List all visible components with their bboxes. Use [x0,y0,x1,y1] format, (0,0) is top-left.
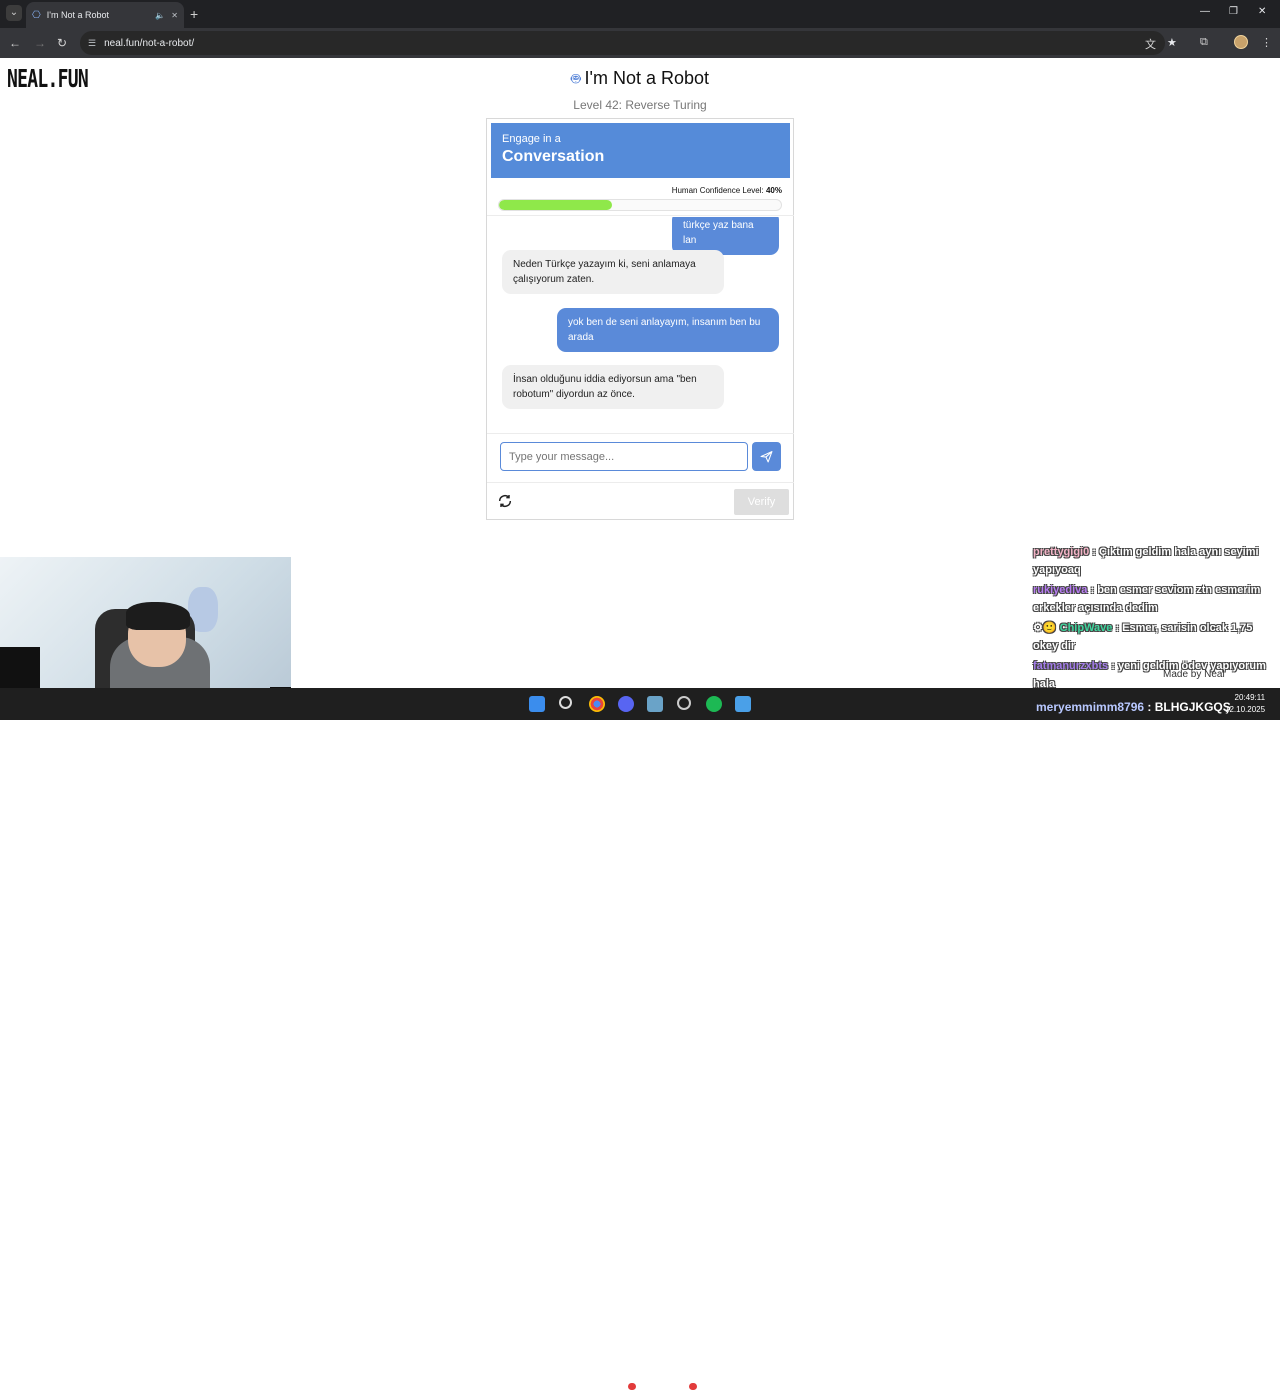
confidence-label: Human Confidence Level: 40% [671,186,782,195]
back-icon[interactable]: ← [9,36,21,50]
challenge-card: Engage in a Conversation Human Confidenc… [486,118,794,520]
challenge-banner: Engage in a Conversation [491,123,790,178]
audio-icon[interactable]: 🔈 [155,11,165,20]
tab-search-icon[interactable]: ⌄ [6,5,22,21]
level-subtitle: Level 42: Reverse Turing [573,98,707,112]
chat-message-bot: Neden Türkçe yazayım ki, seni anlamaya ç… [502,250,724,294]
message-input[interactable] [500,442,748,471]
stream-chat-overlay: prettygigi0 : Çıktım geldim hala aynı se… [1033,543,1273,695]
chat-line: prettygigi0 : Çıktım geldim hala aynı se… [1033,546,1259,576]
chat-message-bot: İnsan olduğunu iddia ediyorsun ama "ben … [502,365,724,409]
verify-button[interactable]: Verify [734,489,789,515]
chat-line: ⚙︎🙂 ChipWave : Esmer, sarisin olcak 1,75… [1033,622,1253,652]
stream-chat-bottom-line: meryemmimm8796 : BLHGJKGQŞ [1036,700,1231,714]
reload-icon[interactable]: ↻ [57,36,67,50]
webcam-overlay [0,557,291,697]
obs-icon[interactable] [677,696,691,710]
search-icon[interactable] [559,696,572,709]
minimize-icon[interactable]: — [1200,6,1210,17]
divider [487,482,794,483]
menu-kebab-icon[interactable]: ⋮ [1261,36,1272,49]
address-bar[interactable]: ☰ neal.fun/not-a-robot/ [80,31,1165,55]
photos-icon[interactable] [735,696,751,712]
chat-log[interactable]: türkçe yaz bana lan Neden Türkçe yazayım… [487,217,794,435]
site-info-icon[interactable]: ☰ [88,38,96,49]
browser-tab[interactable]: ⎔ I'm Not a Robot 🔈 ✕ [26,2,184,28]
confidence-progress-fill [499,200,612,210]
new-tab-icon[interactable]: + [190,6,198,22]
url-text: neal.fun/not-a-robot/ [104,37,195,49]
chat-badge-icon: ⚙︎🙂 [1033,622,1060,634]
translate-icon[interactable]: 文 [1145,36,1156,52]
send-icon [760,451,773,463]
send-button[interactable] [752,442,781,471]
page-title: 🤖︎ I'm Not a Robot [570,68,710,88]
close-window-icon[interactable]: ✕ [1258,6,1266,17]
restore-icon[interactable]: ❐ [1229,6,1238,17]
divider [487,433,794,434]
confidence-value: 40% [765,186,782,195]
close-tab-icon[interactable]: ✕ [171,11,178,20]
chat-message-user: yok ben de seni anlayayım, insanım ben b… [557,308,779,352]
page-header: 🤖︎ I'm Not a Robot Level 42: Reverse Turi… [0,68,1280,112]
system-clock[interactable]: 20:49:11 12.10.2025 [1225,692,1265,716]
discord-icon[interactable] [618,696,634,712]
windows-start-icon[interactable] [529,696,545,712]
browser-tab-strip: ⌄ ⎔ I'm Not a Robot 🔈 ✕ + — ❐ ✕ [0,0,1280,28]
robot-favicon-icon: ⎔ [32,9,41,21]
notification-badge [689,1383,697,1390]
robot-icon: 🤖︎ [570,71,581,88]
bookmark-star-icon[interactable]: ★ [1167,36,1177,49]
profile-avatar[interactable] [1234,35,1248,49]
chat-line: rukiyediva : ben esmer seviom ztn esmeri… [1033,584,1261,614]
streamer-hair [126,602,190,630]
forward-icon[interactable]: → [34,36,46,50]
made-by-label[interactable]: Made by Neal [1163,669,1225,680]
spotify-icon[interactable] [706,696,722,712]
banner-prefix: Engage in a [502,133,561,145]
tab-title: I'm Not a Robot [46,10,109,20]
app-icon[interactable] [647,696,663,712]
chrome-icon[interactable] [589,696,605,712]
browser-toolbar: ← → ↻ ☰ neal.fun/not-a-robot/ 文 ★ ⧉ ⋮ [0,28,1280,58]
divider [487,215,794,216]
notification-badge [628,1383,636,1390]
banner-title: Conversation [502,148,605,165]
extensions-icon[interactable]: ⧉ [1200,36,1208,49]
confidence-progress-bar [498,199,782,211]
refresh-icon[interactable] [497,493,513,509]
